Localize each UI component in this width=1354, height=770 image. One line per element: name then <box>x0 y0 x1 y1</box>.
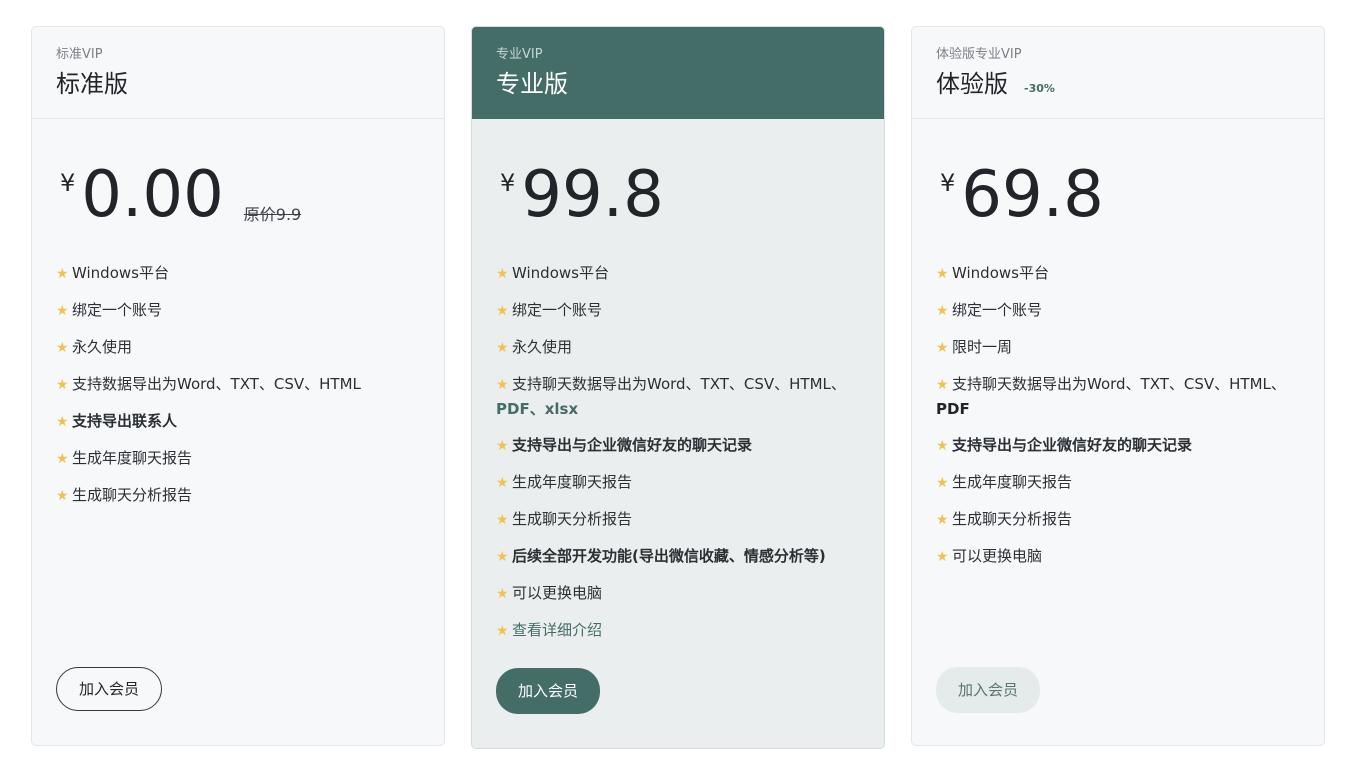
star-icon: ★ <box>496 475 509 491</box>
star-icon: ★ <box>56 303 69 319</box>
plan-card-standard: 标准VIP 标准版 ¥ 0.00 原价9.9 ★ Windows平台 ★ 绑定一个账… <box>31 26 445 746</box>
feature-item: ★ Windows平台 <box>936 261 1306 286</box>
feature-item: ★ Windows平台 <box>496 261 866 286</box>
feature-item: ★ 绑定一个账号 <box>56 298 426 323</box>
format-pdf: PDF <box>496 400 530 418</box>
feature-item: ★ 支持数据导出为Word、TXT、CSV、HTML <box>56 372 426 397</box>
feature-item: ★ 生成聊天分析报告 <box>56 483 426 508</box>
feature-item: ★ 永久使用 <box>56 335 426 360</box>
price-row: ¥ 69.8 <box>940 159 1104 231</box>
star-icon: ★ <box>496 512 509 528</box>
plan-title: 专业版 <box>496 70 568 98</box>
price-row: ¥ 99.8 <box>500 159 664 231</box>
feature-item: ★ 支持聊天数据导出为Word、TXT、CSV、HTML、PDF、xlsx <box>496 375 846 418</box>
star-icon: ★ <box>936 266 949 282</box>
star-icon: ★ <box>496 549 509 565</box>
feature-item: ★ 支持导出联系人 <box>56 409 426 434</box>
star-icon: ★ <box>496 303 509 319</box>
feature-item: ★ 绑定一个账号 <box>936 298 1306 323</box>
format-pdf: PDF <box>936 400 970 418</box>
currency-symbol: ¥ <box>500 169 516 197</box>
star-icon: ★ <box>936 475 949 491</box>
feature-item[interactable]: ★ 查看详细介绍 <box>496 618 866 643</box>
feature-item: ★ 可以更换电脑 <box>496 581 866 606</box>
discount-badge: -30% <box>1024 82 1055 95</box>
join-member-button[interactable]: 加入会员 <box>496 668 601 714</box>
star-icon: ★ <box>936 377 949 393</box>
feature-item: ★ 生成年度聊天报告 <box>936 470 1306 495</box>
feature-item: ★ 可以更换电脑 <box>936 544 1306 569</box>
price-amount: 99.8 <box>521 158 664 232</box>
star-icon: ★ <box>56 377 69 393</box>
star-icon: ★ <box>936 438 949 454</box>
star-icon: ★ <box>496 340 509 356</box>
plan-header: 专业VIP 专业版 <box>472 27 884 119</box>
star-icon: ★ <box>936 512 949 528</box>
star-icon: ★ <box>56 488 69 504</box>
star-icon: ★ <box>56 414 69 430</box>
star-icon: ★ <box>936 340 949 356</box>
plan-title: 标准版 <box>56 70 128 98</box>
feature-item: ★ 支持聊天数据导出为Word、TXT、CSV、HTML、PDF <box>936 375 1286 418</box>
feature-item: ★ 绑定一个账号 <box>496 298 866 323</box>
original-price: 原价9.9 <box>243 205 302 224</box>
feature-list: ★ Windows平台 ★ 绑定一个账号 ★ 永久使用 ★ 支持数据导出为Word、TX… <box>56 261 426 520</box>
star-icon: ★ <box>936 303 949 319</box>
star-icon: ★ <box>496 438 509 454</box>
star-icon: ★ <box>56 266 69 282</box>
plan-header: 标准VIP 标准版 <box>32 27 444 119</box>
plan-card-pro: 专业VIP 专业版 ¥ 99.8 ★ Windows平台 ★ 绑定一个账号 ★ 永久使… <box>471 26 885 749</box>
join-member-button[interactable]: 加入会员 <box>56 667 163 711</box>
feature-item: ★ 支持导出与企业微信好友的聊天记录 <box>496 433 866 458</box>
feature-item: ★ 生成年度聊天报告 <box>56 446 426 471</box>
currency-symbol: ¥ <box>60 169 76 197</box>
feature-item: ★ 后续全部开发功能(导出微信收藏、情感分析等) <box>496 544 866 569</box>
pricing-cards: 标准VIP 标准版 ¥ 0.00 原价9.9 ★ Windows平台 ★ 绑定一个账… <box>0 0 1354 770</box>
feature-item: ★ Windows平台 <box>56 261 426 286</box>
join-member-button[interactable]: 加入会员 <box>936 667 1041 713</box>
plan-header: 体验版专业VIP 体验版 -30% <box>912 27 1324 119</box>
feature-item: ★ 永久使用 <box>496 335 866 360</box>
feature-item: ★ 生成聊天分析报告 <box>496 507 866 532</box>
star-icon: ★ <box>56 340 69 356</box>
feature-item: ★ 生成年度聊天报告 <box>496 470 866 495</box>
price-amount: 0.00 <box>81 158 224 232</box>
star-icon: ★ <box>496 377 509 393</box>
star-icon: ★ <box>56 451 69 467</box>
feature-list: ★ Windows平台 ★ 绑定一个账号 ★ 限时一周 ★ 支持聊天数据导出为Word、… <box>936 261 1306 581</box>
feature-item: ★ 生成聊天分析报告 <box>936 507 1306 532</box>
price-row: ¥ 0.00 原价9.9 <box>60 159 301 231</box>
star-icon: ★ <box>496 266 509 282</box>
view-details-link[interactable]: 查看详细介绍 <box>512 621 602 639</box>
price-amount: 69.8 <box>961 158 1104 232</box>
star-icon: ★ <box>936 549 949 565</box>
feature-item: ★ 支持导出与企业微信好友的聊天记录 <box>936 433 1306 458</box>
plan-card-trial: 体验版专业VIP 体验版 -30% ¥ 69.8 ★ Windows平台 ★ 绑定一… <box>911 26 1325 746</box>
format-xlsx: xlsx <box>544 400 579 418</box>
feature-item: ★ 限时一周 <box>936 335 1306 360</box>
plan-tier: 体验版专业VIP <box>936 47 1022 62</box>
feature-list: ★ Windows平台 ★ 绑定一个账号 ★ 永久使用 ★ 支持聊天数据导出为Word、… <box>496 261 866 655</box>
currency-symbol: ¥ <box>940 169 956 197</box>
star-icon: ★ <box>496 586 509 602</box>
plan-tier: 专业VIP <box>496 47 543 62</box>
plan-tier: 标准VIP <box>56 47 103 62</box>
star-icon: ★ <box>496 623 509 639</box>
plan-title: 体验版 <box>936 70 1008 98</box>
